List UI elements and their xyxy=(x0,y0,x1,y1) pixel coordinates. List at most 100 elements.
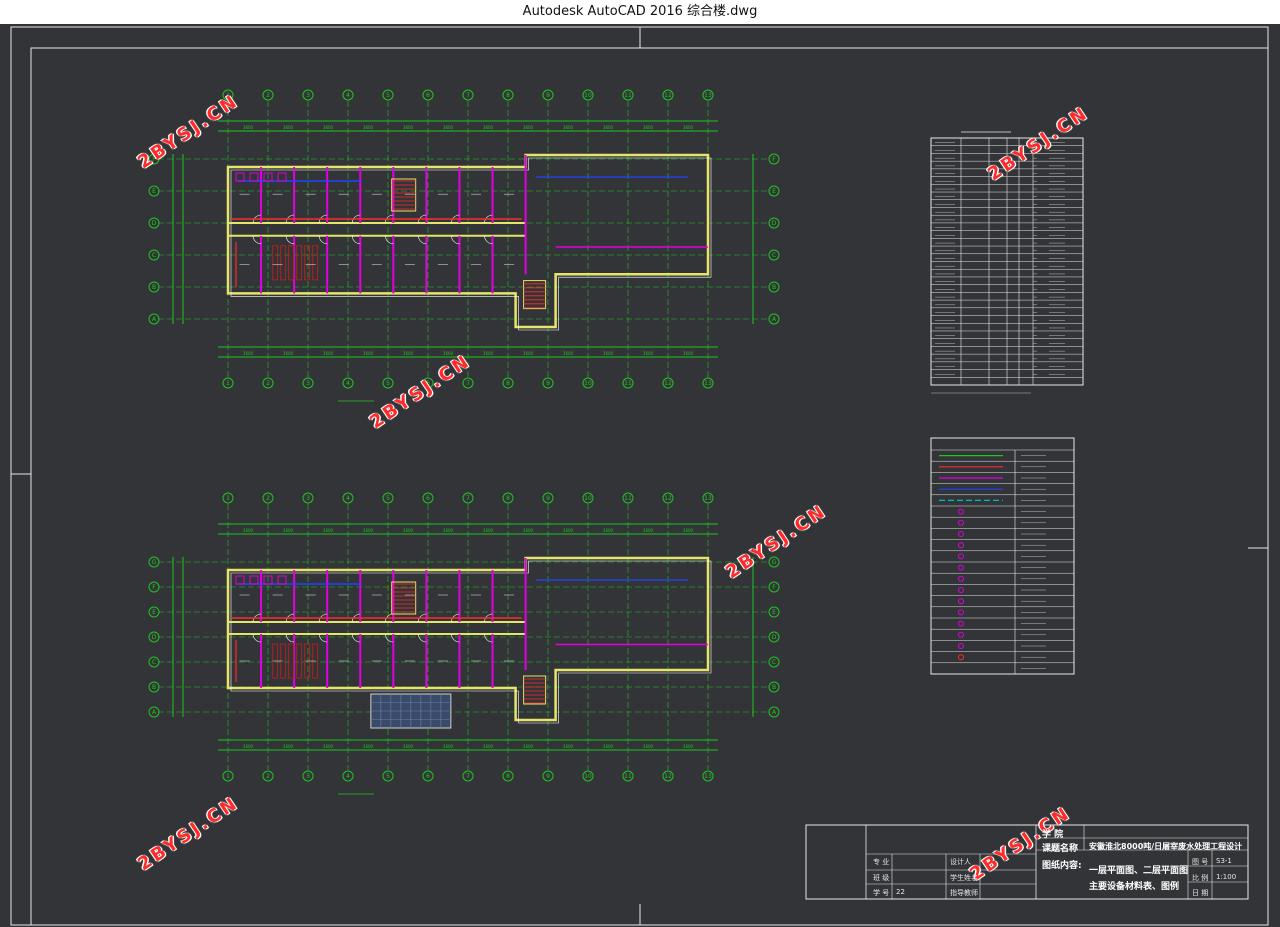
plumbing-fixture xyxy=(277,172,287,182)
door-swing xyxy=(418,633,427,643)
legend-symbol xyxy=(958,564,964,571)
axis-label: F xyxy=(772,584,776,591)
axis-label: 10 xyxy=(584,380,592,387)
title-block-scale: 1:100 xyxy=(1216,873,1237,881)
axis-label: 13 xyxy=(704,380,712,387)
axis-label: 1 xyxy=(226,495,230,502)
plumbing-fixture xyxy=(235,575,245,585)
axis-label: 1 xyxy=(226,773,230,780)
dimension-text: 3600 xyxy=(563,528,574,533)
title-block-project-name: 安徽淮北8000吨/日屠宰废水处理工程设计 xyxy=(1089,842,1243,851)
axis-label: 9 xyxy=(546,380,550,387)
axis-label: D xyxy=(772,634,777,641)
plumbing-fixture xyxy=(249,172,259,182)
axis-label: 9 xyxy=(546,773,550,780)
dimension-text: 3600 xyxy=(283,528,294,533)
title-block-student-no: 22 xyxy=(896,888,905,896)
axis-label: C xyxy=(772,659,776,666)
plumbing-fixture xyxy=(277,575,287,585)
axis-label: B xyxy=(152,284,156,291)
title-block-content-label: 图纸内容: xyxy=(1042,861,1082,871)
dimension-text: 3600 xyxy=(603,528,614,533)
axis-label: 9 xyxy=(546,92,550,99)
cad-drawing[interactable]: 1136003600223600360033360036004436003600… xyxy=(0,24,1280,927)
dimension-text: 3600 xyxy=(363,125,374,130)
dimension-text: 3600 xyxy=(443,125,454,130)
axis-label: 5 xyxy=(386,773,390,780)
door-swing xyxy=(252,633,262,643)
dimension-text: 3600 xyxy=(643,351,654,356)
dimension-text: 3600 xyxy=(283,744,294,749)
axis-label: E xyxy=(772,188,776,195)
title-block-major-label: 专 业 xyxy=(873,858,890,866)
dimension-text: 3600 xyxy=(563,744,574,749)
axis-label: 9 xyxy=(546,495,550,502)
axis-label: 8 xyxy=(506,773,510,780)
axis-label: 10 xyxy=(584,495,592,502)
door-swing xyxy=(351,235,361,245)
dimension-text: 3600 xyxy=(523,744,534,749)
axis-label: G xyxy=(152,559,157,566)
dimension-text: 3600 xyxy=(603,351,614,356)
dimension-text: 3600 xyxy=(243,528,254,533)
axis-label: 4 xyxy=(346,92,350,99)
exterior-wall-inner xyxy=(230,157,712,331)
axis-label: D xyxy=(772,220,777,227)
drawing-canvas[interactable]: 1 1 3600 3600 2 2 3600 3600 3 3 3600 3600 4 4 3600 3600… xyxy=(0,24,1280,927)
door-swing xyxy=(451,235,460,245)
dimension-text: 3600 xyxy=(363,744,374,749)
legend-symbol xyxy=(958,609,964,616)
axis-label: 13 xyxy=(704,92,712,99)
legend-symbol xyxy=(958,643,964,649)
dimension-text: 3600 xyxy=(443,744,454,749)
title-block-student-no-label: 学 号 xyxy=(873,889,890,897)
axis-label: E xyxy=(152,188,156,195)
axis-label: 2 xyxy=(266,495,270,502)
exterior-wall-inner xyxy=(230,560,712,724)
door-swing xyxy=(252,235,262,245)
legend-symbol xyxy=(958,631,964,638)
stair-block xyxy=(523,280,547,310)
axis-label: 12 xyxy=(664,773,672,780)
door-swing xyxy=(318,235,328,245)
axis-label: 1 xyxy=(226,380,230,387)
axis-label: 2 xyxy=(266,92,270,99)
dimension-text: 3600 xyxy=(283,351,294,356)
title-block-content-line2: 主要设备材料表、图例 xyxy=(1089,882,1180,892)
axis-label: 5 xyxy=(386,495,390,502)
dimension-text: 3600 xyxy=(603,744,614,749)
legend-symbol xyxy=(958,598,964,605)
dimension-text: 3600 xyxy=(643,125,654,130)
dimension-text: 3600 xyxy=(443,351,454,356)
equipment-rack xyxy=(272,245,279,281)
equipment-rack xyxy=(296,643,303,679)
dimension-text: 3600 xyxy=(403,125,414,130)
plumbing-fixture xyxy=(249,575,259,585)
legend-symbol xyxy=(958,553,964,560)
sheet-inner-border xyxy=(30,47,1269,926)
equipment-rack xyxy=(288,643,295,679)
legend-symbol xyxy=(958,508,964,515)
axis-label: B xyxy=(772,284,776,291)
axis-label: 12 xyxy=(664,92,672,99)
legend-symbol xyxy=(958,542,964,549)
axis-label: 6 xyxy=(426,495,430,502)
title-block-designer-label: 设计人 xyxy=(950,858,971,866)
title-block-scale-label: 比 例 xyxy=(1192,874,1209,882)
equipment-rack xyxy=(304,245,311,281)
axis-label: 7 xyxy=(466,773,470,780)
title-block-school-label: 学 院 xyxy=(1042,830,1064,840)
axis-label: B xyxy=(772,684,776,691)
title-block-drawing-no-label: 图 号 xyxy=(1192,858,1209,866)
axis-label: 4 xyxy=(346,773,350,780)
axis-label: 3 xyxy=(306,495,310,502)
dimension-text: 3600 xyxy=(683,528,694,533)
legend-symbol xyxy=(958,531,964,537)
door-swing xyxy=(385,633,394,643)
axis-label: 4 xyxy=(346,380,350,387)
title-block-date-label: 日 期 xyxy=(1192,889,1209,897)
dimension-text: 3600 xyxy=(323,125,334,130)
axis-label: 4 xyxy=(346,495,350,502)
sheet-outer-border xyxy=(10,26,1269,926)
door-swing xyxy=(385,235,394,245)
